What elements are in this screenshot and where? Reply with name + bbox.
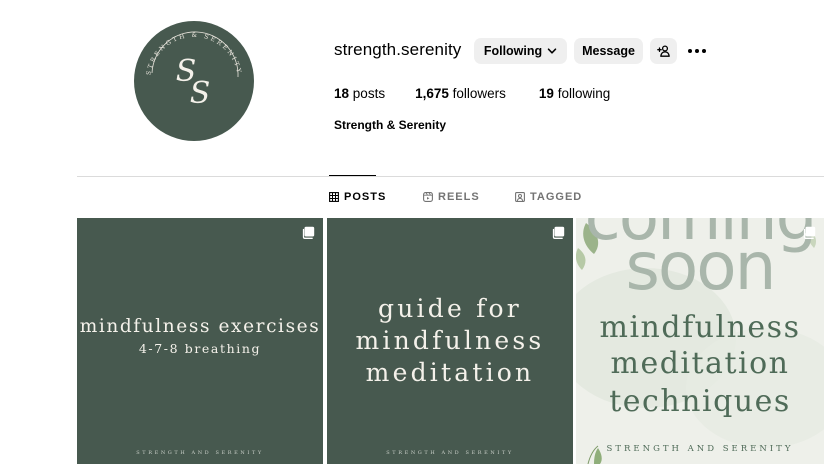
- post-title-line: guide for: [378, 294, 522, 323]
- tab-tagged-label: TAGGED: [530, 191, 583, 203]
- following-link[interactable]: 19 following: [539, 86, 610, 101]
- grid-icon: [329, 192, 339, 202]
- followers-link[interactable]: 1,675 followers: [415, 86, 506, 101]
- post-footer: STRENGTH AND SERENITY: [136, 450, 264, 456]
- svg-text:S: S: [190, 76, 211, 111]
- post-tile[interactable]: coming soon mindfulness meditation techn…: [576, 218, 824, 464]
- followers-count-label: followers: [452, 86, 506, 101]
- more-options-button[interactable]: [684, 38, 710, 64]
- tabs-divider: [77, 176, 824, 177]
- active-tab-indicator: [329, 175, 376, 176]
- post-background-text: soon: [625, 228, 777, 305]
- post-title-line: mindfulness: [599, 310, 801, 345]
- message-button-label: Message: [582, 44, 635, 58]
- profile-stats: 18 posts 1,675 followers 19 following: [334, 86, 610, 101]
- following-count-value: 19: [538, 86, 554, 101]
- profile-display-name: Strength & Serenity: [334, 118, 447, 132]
- more-options-icon: [688, 49, 706, 53]
- profile-username: strength.serenity: [334, 40, 462, 59]
- post-title-line: meditation: [610, 346, 790, 381]
- tagged-icon: [515, 192, 525, 202]
- post-tile[interactable]: guide for mindfulness meditation STRENGT…: [327, 218, 573, 464]
- post-title-line: meditation: [365, 358, 535, 387]
- tab-reels-label: REELS: [438, 191, 480, 203]
- posts-count-label: posts: [352, 86, 386, 101]
- following-count-label: following: [557, 86, 611, 101]
- carousel-icon: [803, 226, 816, 239]
- post-title: mindfulness exercises: [79, 316, 321, 337]
- following-button[interactable]: Following: [474, 38, 567, 64]
- tab-reels[interactable]: REELS: [423, 191, 480, 203]
- tab-posts-label: POSTS: [344, 191, 387, 203]
- followers-count-value: 1,675: [415, 86, 449, 101]
- posts-count: 18 posts: [334, 86, 385, 101]
- add-user-icon: [656, 45, 670, 57]
- carousel-icon: [552, 226, 565, 239]
- chevron-down-icon: [547, 48, 557, 54]
- message-button[interactable]: Message: [574, 38, 643, 64]
- suggest-user-button[interactable]: [650, 38, 677, 64]
- post-subtitle: 4-7-8 breathing: [138, 341, 262, 356]
- post-footer: STRENGTH AND SERENITY: [606, 444, 794, 454]
- post-title-line: techniques: [609, 384, 791, 419]
- avatar[interactable]: STRENGTH & SERENITY S S: [134, 21, 254, 141]
- post-footer: STRENGTH AND SERENITY: [386, 450, 514, 456]
- carousel-icon: [302, 226, 315, 239]
- tab-posts[interactable]: POSTS: [329, 191, 386, 203]
- posts-grid: mindfulness exercises 4-7-8 breathing ST…: [77, 218, 824, 467]
- tab-tagged[interactable]: TAGGED: [515, 191, 582, 203]
- post-title-line: mindfulness: [355, 326, 545, 355]
- following-button-label: Following: [483, 44, 543, 58]
- avatar-logo: STRENGTH & SERENITY S S: [145, 31, 240, 111]
- post-tile[interactable]: mindfulness exercises 4-7-8 breathing ST…: [77, 218, 323, 464]
- profile-avatar-wrap: STRENGTH & SERENITY S S: [134, 21, 254, 141]
- reels-icon: [423, 192, 433, 202]
- posts-count-value: 18: [334, 86, 350, 101]
